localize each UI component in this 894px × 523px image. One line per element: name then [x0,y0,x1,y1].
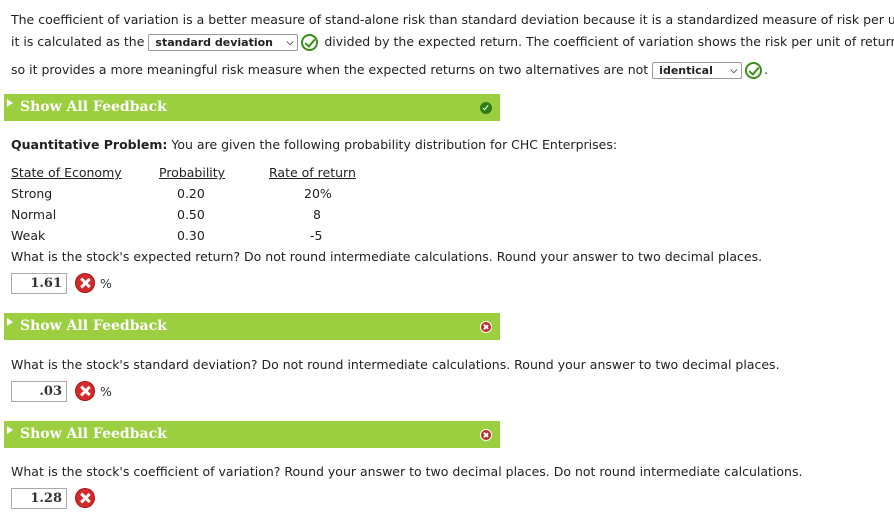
table-header-state: State of Economy [11,165,122,180]
incorrect-icon [76,274,94,292]
question-standard-deviation: What is the stock's standard deviation? … [11,357,780,372]
show-feedback-label: Show All Feedback [20,318,167,334]
table-header-rate: Rate of return [269,165,356,180]
expand-arrow-icon [7,99,13,107]
show-feedback-bar-2[interactable]: Show All Feedback [4,313,500,340]
intro-line-2-post: divided by the expected return. The coef… [324,34,894,49]
intro-line-3-pre: so it provides a more meaningful risk me… [11,62,649,77]
table-cell-state: Weak [11,228,46,243]
correct-status-icon [480,102,492,114]
intro-line-1: The coefficient of variation is a better… [11,12,894,27]
table-cell-state: Strong [11,186,53,201]
table-header-probability: Probability [159,165,226,180]
standard-deviation-input[interactable]: .03 [11,381,67,402]
expected-returns-select[interactable]: identical ⌵ [652,62,743,79]
expand-arrow-icon [7,426,13,434]
check-icon [745,62,763,79]
incorrect-icon [76,489,94,507]
expected-return-input[interactable]: 1.61 [11,273,67,294]
table-cell-state: Normal [11,207,57,222]
denominator-select[interactable]: standard deviation ⌵ [148,34,299,51]
intro-line-2-pre: it is calculated as the [11,34,145,49]
denominator-select-value: standard deviation [155,36,273,49]
table-cell-prob: 0.30 [177,228,205,243]
question-expected-return: What is the stock's expected return? Do … [11,249,763,264]
chevron-down-icon: ⌵ [286,38,294,48]
show-feedback-label: Show All Feedback [20,99,167,115]
table-cell-prob: 0.20 [177,186,205,201]
problem-text: You are given the following probability … [167,137,618,152]
check-icon [301,34,319,51]
incorrect-status-icon [480,429,492,441]
problem-statement: Quantitative Problem: You are given the … [11,137,617,152]
table-cell-rate: 8 [313,207,321,222]
show-feedback-label: Show All Feedback [20,426,167,442]
percent-unit: % [100,384,112,399]
intro-line-2: it is calculated as the standard deviati… [11,34,894,51]
percent-unit: % [100,276,112,291]
incorrect-icon [76,382,94,400]
incorrect-status-icon [480,321,492,333]
expected-returns-select-value: identical [659,64,713,77]
chevron-down-icon: ⌵ [730,66,738,76]
question-coefficient-of-variation: What is the stock's coefficient of varia… [11,464,803,479]
show-feedback-bar-3[interactable]: Show All Feedback [4,421,500,448]
coefficient-of-variation-input[interactable]: 1.28 [11,488,67,509]
show-feedback-bar-1[interactable]: Show All Feedback [4,94,500,121]
table-cell-rate: -5 [310,228,323,243]
problem-heading: Quantitative Problem: [11,137,168,152]
table-cell-prob: 0.50 [177,207,205,222]
intro-line-3-post: . [764,62,769,77]
table-cell-rate: 20% [304,186,332,201]
intro-line-3: so it provides a more meaningful risk me… [11,62,768,79]
expand-arrow-icon [7,318,13,326]
